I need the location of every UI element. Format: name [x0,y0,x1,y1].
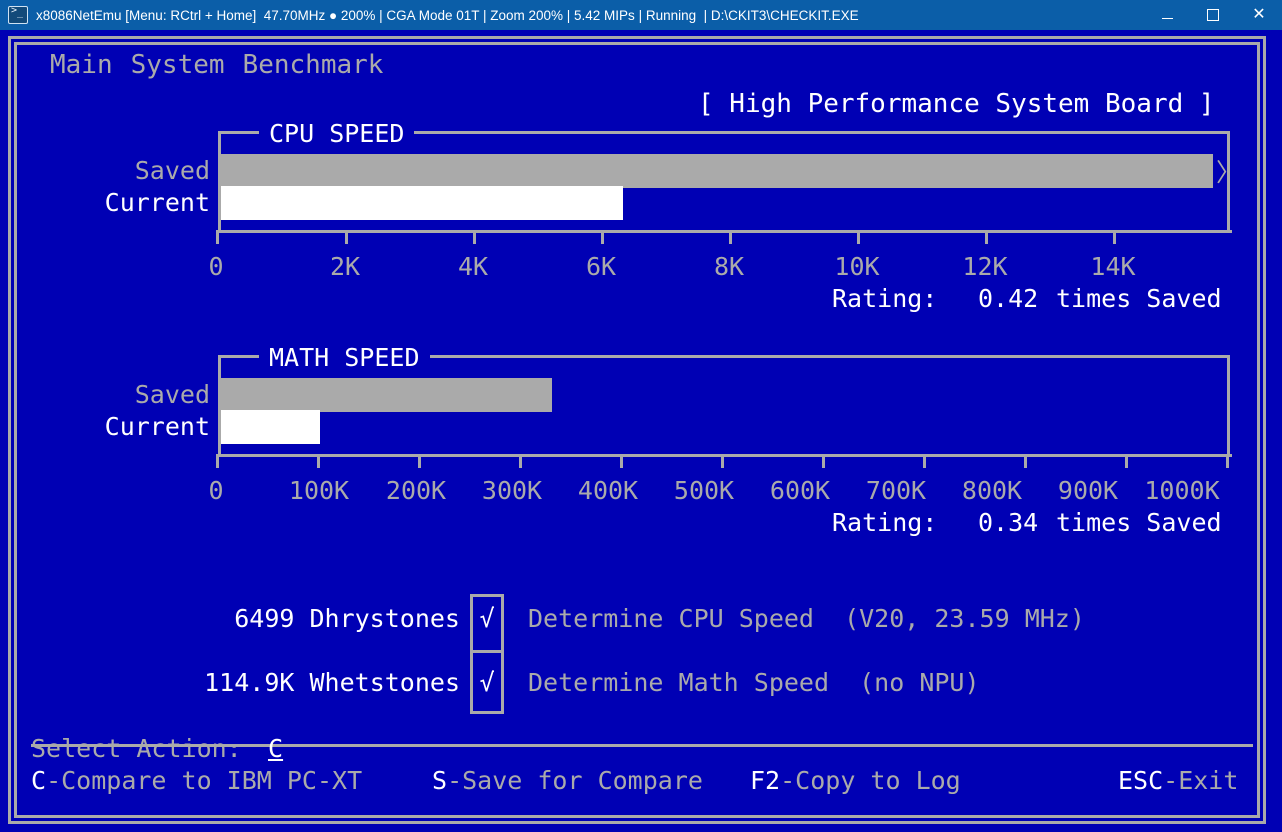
math-axis-tick [317,454,320,468]
menu-item-system[interactable]: System [131,50,225,80]
math-axis-tick [1125,454,1128,468]
math-tick-label: 0 [186,478,246,503]
math-axis-tick [822,454,825,468]
math-tick-label: 100K [271,478,367,503]
math-axis-tick [519,454,522,468]
emulator-window: x8086NetEmu [Menu: RCtrl + Home] 47.70MH… [0,0,1282,832]
cpu-axis-tick [473,230,476,244]
math-tick-label: 800K [944,478,1040,503]
action-compare[interactable]: C-Compare to IBM PC-XT [31,768,362,793]
cpu-rating-suffix: times Saved [1056,286,1222,311]
cpu-axis-tick [1113,230,1116,244]
cpu-speed-checkbox[interactable]: √ [470,606,504,631]
math-tick-label: 1000K [1124,478,1240,503]
cpu-axis-tick [601,230,604,244]
window-minimize-button[interactable] [1144,0,1190,30]
window-title: x8086NetEmu [Menu: RCtrl + Home] 47.70MH… [36,8,859,23]
action-compare-label: -Compare to IBM PC-XT [46,766,362,795]
cpu-axis-tick [729,230,732,244]
cpu-current-label: Current [60,190,210,215]
math-speed-panel-title: MATH SPEED [259,345,430,370]
cpu-tick-label: 2K [315,254,375,279]
math-tick-label: 400K [560,478,656,503]
menu-item-benchmark[interactable]: Benchmark [243,50,384,80]
cpu-tick-label: 4K [443,254,503,279]
cpu-speed-panel-title: CPU SPEED [259,121,414,146]
math-tick-label: 200K [368,478,464,503]
cpu-saved-bar [221,154,1213,188]
action-copy-log-hotkey: F2 [750,766,780,795]
math-tick-label: 600K [752,478,848,503]
window-titlebar: x8086NetEmu [Menu: RCtrl + Home] 47.70MH… [0,0,1282,30]
math-tick-label: 500K [656,478,752,503]
terminal-icon [8,6,28,24]
math-saved-label: Saved [60,382,210,407]
math-axis-tick [418,454,421,468]
cpu-saved-label: Saved [60,158,210,183]
dos-screen: Main System Benchmark [ High Performance… [0,30,1282,832]
cpu-rating-label: Rating: [832,286,937,311]
math-tick-label: 300K [464,478,560,503]
math-saved-bar [221,378,552,412]
cpu-rating-value: 0.42 [978,286,1038,311]
math-speed-checkbox[interactable]: √ [470,670,504,695]
math-tick-label: 900K [1040,478,1136,503]
cpu-speed-option-label[interactable]: Determine CPU Speed (V20, 23.59 MHz) [528,606,1085,631]
math-tick-label: 700K [848,478,944,503]
action-exit-hotkey: ESC [1118,766,1163,795]
window-maximize-button[interactable] [1190,0,1236,30]
action-save-hotkey: S [432,766,447,795]
cpu-tick-label: 12K [945,254,1025,279]
math-rating-value: 0.34 [978,510,1038,535]
cpu-axis-tick [345,230,348,244]
cpu-tick-label: 14K [1073,254,1153,279]
cpu-tick-label: 0 [186,254,246,279]
select-action-prompt: Select Action: [31,736,257,761]
select-action-value[interactable]: C [268,736,283,761]
whetstones-value: 114.9K Whetstones [150,670,460,695]
cpu-tick-label: 10K [817,254,897,279]
action-compare-hotkey: C [31,766,46,795]
math-axis-tick [216,454,219,468]
math-speed-option-label[interactable]: Determine Math Speed (no NPU) [528,670,980,695]
action-copy-log[interactable]: F2-Copy to Log [750,768,961,793]
close-icon: ✕ [1252,7,1265,23]
action-exit[interactable]: ESC-Exit [1118,768,1238,793]
math-current-label: Current [60,414,210,439]
action-copy-log-label: -Copy to Log [780,766,961,795]
menu-bar: Main System Benchmark [40,48,393,82]
math-axis-tick [620,454,623,468]
cpu-tick-label: 6K [571,254,631,279]
menu-item-main[interactable]: Main [50,50,113,80]
cpu-tick-label: 8K [699,254,759,279]
dhrystones-value: 6499 Dhrystones [150,606,460,631]
math-axis-tick [1226,454,1229,468]
cpu-axis-tick [216,230,219,244]
math-axis-tick [1024,454,1027,468]
math-rating-suffix: times Saved [1056,510,1222,535]
math-axis-tick [721,454,724,468]
action-save[interactable]: S-Save for Compare [432,768,703,793]
cpu-overflow-icon: 〉 [1216,160,1241,185]
window-close-button[interactable]: ✕ [1236,0,1282,30]
action-exit-label: -Exit [1163,766,1238,795]
math-current-bar [221,410,320,444]
math-axis-tick [923,454,926,468]
cpu-current-bar [221,186,623,220]
options-checkbox-divider [470,650,504,653]
math-axis-line [216,454,1232,457]
cpu-axis-line [216,230,1232,233]
math-rating-label: Rating: [832,510,937,535]
cpu-axis-tick [857,230,860,244]
action-save-label: -Save for Compare [447,766,703,795]
cpu-axis-tick [985,230,988,244]
board-title: [ High Performance System Board ] [698,92,1215,117]
